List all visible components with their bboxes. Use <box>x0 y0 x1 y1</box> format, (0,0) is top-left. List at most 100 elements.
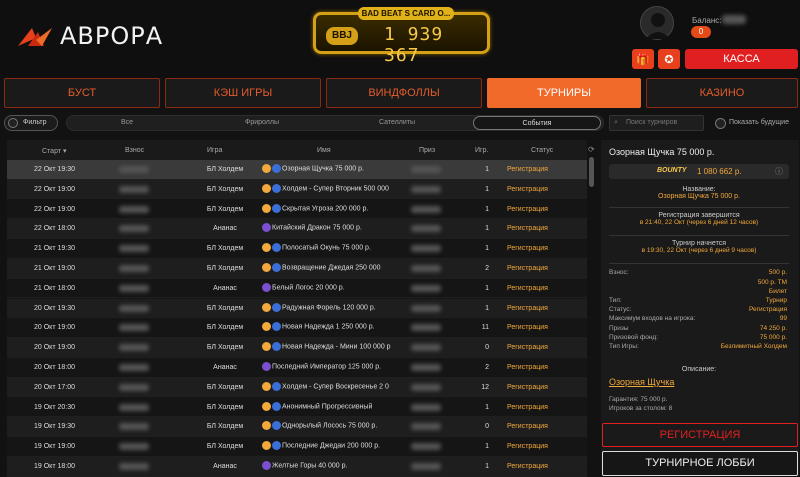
cell-prize-blurred <box>411 166 441 173</box>
table-row[interactable]: 19 Окт 19:30 БЛ Холдем Однорылый Лосось 75… <box>7 417 587 437</box>
cell-game: БЛ Холдем <box>206 423 244 431</box>
table-row[interactable]: 20 Окт 19:00 БЛ Холдем Новая Надежда - Мин… <box>7 338 587 358</box>
description-link[interactable]: Озорная Щучка <box>609 377 674 387</box>
game-badge-icon <box>272 342 281 352</box>
kv-value: Безлимитный Холдем <box>720 343 787 350</box>
cell-buyin-blurred <box>119 423 149 431</box>
bounty-banner: BOUNTY 1 080 662 р. ⓘ <box>609 164 789 179</box>
buyin-value-3: Билет <box>768 288 787 295</box>
game-badge-icon <box>272 183 281 193</box>
brand-logo[interactable]: АВРОРА <box>18 22 163 50</box>
table-row[interactable]: 20 Окт 19:30 БЛ Холдем Радужная Форель 120… <box>7 298 587 319</box>
table-row[interactable]: 20 Окт 19:00 БЛ Холдем Новая Надежда 1 250… <box>7 318 587 338</box>
show-future-radio[interactable] <box>715 118 726 129</box>
table-scrollbar[interactable]: ⟳ <box>588 145 596 476</box>
table-row[interactable]: 21 Окт 19:00 БЛ Холдем Возвращение Джедая … <box>7 259 587 279</box>
guarantee-row: Гарантия: 75 000 р. <box>609 396 667 403</box>
cashier-button[interactable]: КАССА <box>685 49 798 69</box>
col-start[interactable]: Старт ▾ <box>42 147 66 155</box>
segment-events[interactable]: События <box>473 116 601 130</box>
register-button[interactable]: РЕГИСТРАЦИЯ <box>602 423 798 447</box>
search-input[interactable]: ⌕ Поиск турниров <box>609 115 704 131</box>
table-row[interactable]: 22 Окт 19:00 БЛ Холдем Холдем - Супер Втор… <box>7 179 587 200</box>
game-badge-icon <box>262 381 271 391</box>
scrollbar-thumb[interactable] <box>589 157 594 187</box>
game-badge-icon <box>262 223 271 233</box>
main-tabs: БУСТ КЭШ ИГРЫ ВИНДФОЛЛЫ ТУРНИРЫ КАЗИНО <box>0 78 800 110</box>
tab-cash-games[interactable]: КЭШ ИГРЫ <box>165 78 321 108</box>
cell-prize-blurred <box>411 463 441 470</box>
cell-name: Анонимный Прогрессивный <box>262 401 397 411</box>
cell-start: 19 Окт 18:00 <box>34 463 75 470</box>
cell-name-text: Новая Надежда 1 250 000 р. <box>282 323 375 331</box>
table-row[interactable]: 21 Окт 18:00 Ананас Белый Логос 20 000 р. 1… <box>7 279 587 299</box>
cell-name-text: Новая Надежда - Мини 100 000 р <box>282 343 391 351</box>
cell-start: 20 Окт 19:00 <box>34 324 75 332</box>
players-table-label: Игроков за столом: <box>609 405 667 412</box>
col-players[interactable]: Игр. <box>475 147 488 154</box>
col-name[interactable]: Имя <box>317 147 331 154</box>
game-badge-icon <box>262 203 271 213</box>
tournament-lobby-button[interactable]: ТУРНИРНОЕ ЛОББИ <box>602 451 798 476</box>
cell-start: 22 Окт 19:00 <box>34 185 75 193</box>
col-buyin[interactable]: Взнос <box>125 147 144 154</box>
tab-casino[interactable]: КАЗИНО <box>646 78 798 108</box>
filter-toggle[interactable]: Фильтр <box>4 115 58 131</box>
tournament-table: Старт ▾ Взнос Игра Имя Приз Игр. Статус … <box>7 140 587 477</box>
cell-buyin-blurred <box>119 225 149 233</box>
cell-name: Скрытая Угроза 200 000 р. <box>262 203 397 213</box>
col-prize[interactable]: Приз <box>419 147 435 154</box>
col-game[interactable]: Игра <box>207 147 222 154</box>
segment-all[interactable]: Все <box>67 116 187 130</box>
cell-start: 19 Окт 19:30 <box>34 423 75 431</box>
table-row[interactable]: 19 Окт 18:00 Ананас Желтые Горы 40 000 р. 1… <box>7 457 587 477</box>
segment-satellites[interactable]: Сателлиты <box>337 116 457 130</box>
table-row[interactable]: 20 Окт 17:00 БЛ Холдем Холдем - Супер Воск… <box>7 377 587 398</box>
refresh-icon[interactable]: ⟳ <box>588 145 595 154</box>
col-status[interactable]: Статус <box>531 147 553 154</box>
table-row[interactable]: 22 Окт 19:00 БЛ Холдем Скрытая Угроза 200 … <box>7 200 587 220</box>
cell-buyin-blurred <box>119 166 149 173</box>
cell-buyin-blurred <box>119 245 149 253</box>
jackpot-banner[interactable]: BAD BEAT S CARD O... ВВJ 1 939 367 <box>313 7 490 66</box>
cell-buyin-blurred <box>119 443 149 451</box>
table-row[interactable]: 22 Окт 18:00 Ананас Китайский Дракон 75 00… <box>7 219 587 239</box>
table-row[interactable]: 19 Окт 19:00 БЛ Холдем Последние Джедаи 20… <box>7 437 587 457</box>
cell-players: 12 <box>481 383 489 391</box>
kv-value: Регистрация <box>749 306 787 314</box>
gift-button[interactable]: 🎁 <box>632 49 654 69</box>
start-block: Турнир начнется в 19:30, 22 Окт (через 6… <box>609 240 789 264</box>
details-title: Озорная Щучка 75 000 р. <box>609 147 715 157</box>
cell-name-text: Белый Логос 20 000 р. <box>272 284 345 292</box>
tab-boost[interactable]: БУСТ <box>4 78 160 108</box>
cell-status: Регистрация <box>507 383 548 391</box>
cell-buyin-blurred <box>119 265 149 272</box>
tab-windfalls[interactable]: ВИНДФОЛЛЫ <box>326 78 482 108</box>
game-badge-icon <box>262 401 271 411</box>
details-name-block: Название: Озорная Щучка 75 000 р. <box>609 186 789 208</box>
details-kv-row: Тип: Турнир <box>609 297 787 306</box>
table-row[interactable]: 19 Окт 20:30 БЛ Холдем Анонимный Прогресси… <box>7 398 587 418</box>
cell-players: 2 <box>485 265 489 272</box>
table-row[interactable]: 22 Окт 19:30 БЛ Холдем Озорная Щучка 75 00… <box>7 160 587 180</box>
table-row[interactable]: 20 Окт 18:00 Ананас Последний Император 12… <box>7 358 587 378</box>
cell-status: Регистрация <box>507 463 548 470</box>
reg-end-value: в 21:40, 22 Окт (через 6 дней 12 часов) <box>639 219 759 226</box>
info-icon[interactable]: ⓘ <box>775 166 783 177</box>
cell-prize-blurred <box>411 304 441 312</box>
tab-tournaments[interactable]: ТУРНИРЫ <box>487 78 641 108</box>
table-row[interactable]: 21 Окт 19:30 БЛ Холдем Полосатый Окунь 75 … <box>7 239 587 259</box>
game-badge-icon <box>262 164 271 173</box>
support-button[interactable]: ✪ <box>658 49 680 69</box>
cell-start: 22 Окт 18:00 <box>34 225 75 233</box>
cell-start: 22 Окт 19:00 <box>34 205 75 213</box>
cell-name-text: Озорная Щучка 75 000 р. <box>282 165 364 173</box>
game-badge-icon <box>262 342 271 352</box>
jackpot-badge: BAD BEAT S CARD O... <box>358 7 454 20</box>
cell-buyin-blurred <box>119 463 149 470</box>
search-icon: ⌕ <box>614 119 618 126</box>
avatar[interactable] <box>640 6 674 40</box>
cell-name-text: Однорылый Лосось 75 000 р. <box>282 422 378 430</box>
segment-freerolls[interactable]: Фрироллы <box>202 116 322 130</box>
game-badge-icon <box>272 421 281 431</box>
